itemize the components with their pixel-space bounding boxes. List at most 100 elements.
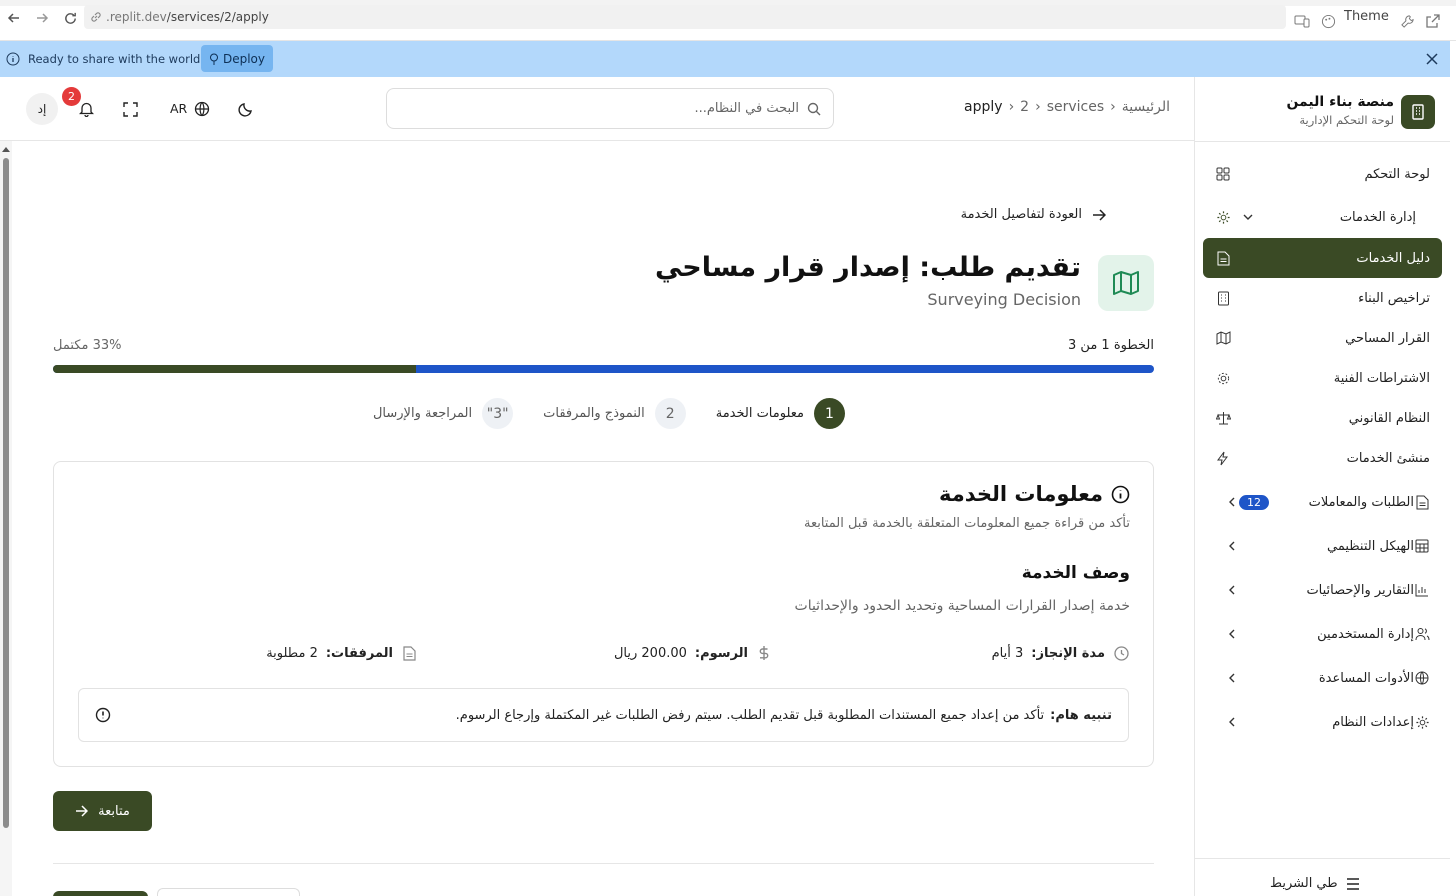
sidebar-item-label: لوحة التحكم xyxy=(1364,166,1430,182)
card-subtitle: تأكد من قراءة جميع المعلومات المتعلقة با… xyxy=(803,516,1130,531)
footer-primary-button[interactable] xyxy=(53,891,148,896)
reload-icon[interactable] xyxy=(60,8,80,28)
building-icon xyxy=(1215,290,1231,306)
users-icon xyxy=(1414,626,1430,642)
devices-icon[interactable] xyxy=(1294,14,1310,28)
chevron-left-icon: ‹ xyxy=(1008,99,1015,115)
language-label[interactable]: AR xyxy=(170,101,187,116)
sidebar-item-services-management[interactable]: إدارة الخدمات xyxy=(1203,199,1442,235)
info-circle-icon xyxy=(1111,485,1130,504)
url-host: .replit.dev xyxy=(106,10,167,24)
url-bar[interactable]: .replit.dev/services/2/apply xyxy=(84,5,1286,29)
palette-icon[interactable] xyxy=(1321,14,1336,29)
grid-icon xyxy=(1215,166,1231,182)
sidebar-divider xyxy=(1195,141,1450,142)
fullscreen-icon[interactable] xyxy=(120,99,140,119)
footer-secondary-button[interactable] xyxy=(157,888,300,896)
sidebar-item-org-structure[interactable]: الهيكل التنظيمي xyxy=(1203,528,1442,564)
sidebar-item-label: الأدوات المساعدة xyxy=(1318,670,1414,686)
breadcrumb-home[interactable]: الرئيسية xyxy=(1122,99,1170,115)
collapse-sidebar-button[interactable]: طي الشريط xyxy=(1270,876,1360,891)
brand-subtitle: لوحة التحكم الإدارية xyxy=(1299,113,1394,127)
important-alert: تنبيه هام: تأكد من إعداد جميع المستندات … xyxy=(78,688,1129,742)
sidebar-item-label: التقارير والإحصائيات xyxy=(1306,582,1414,598)
attachments-info: المرفقات: 2 مطلوبة xyxy=(266,645,417,661)
sidebar-footer-divider xyxy=(1195,858,1450,859)
alert-text: تأكد من إعداد جميع المستندات المطلوبة قب… xyxy=(455,707,1045,723)
search-icon xyxy=(807,102,821,116)
chevron-down-icon xyxy=(1416,210,1430,224)
progress-percent: 33% مكتمل xyxy=(53,338,122,353)
attachments-value: 2 مطلوبة xyxy=(266,645,318,661)
map-icon xyxy=(1215,330,1231,346)
sidebar-item-technical-requirements[interactable]: الاشتراطات الفنية xyxy=(1203,360,1442,396)
sidebar-item-users[interactable]: إدارة المستخدمين xyxy=(1203,616,1442,652)
breadcrumb-services[interactable]: services xyxy=(1047,99,1104,115)
back-arrow-icon[interactable] xyxy=(4,8,24,28)
chevron-left-icon xyxy=(1225,671,1239,685)
page-title: تقديم طلب: إصدار قرار مساحي xyxy=(654,252,1081,283)
chart-icon xyxy=(1414,582,1430,598)
sidebar-item-label: القرار المساحي xyxy=(1345,330,1430,346)
sidebar-item-label: دليل الخدمات xyxy=(1356,250,1430,266)
header-divider xyxy=(0,140,1194,141)
forward-arrow-icon[interactable] xyxy=(32,8,52,28)
globe-icon[interactable] xyxy=(192,99,212,119)
table-icon xyxy=(1414,538,1430,554)
sidebar-item-surveying-decision[interactable]: القرار المساحي xyxy=(1203,320,1442,356)
sidebar-item-system-settings[interactable]: إعدادات النظام xyxy=(1203,704,1442,740)
scrollbar-thumb[interactable] xyxy=(3,158,9,828)
sidebar-item-legal-system[interactable]: النظام القانوني xyxy=(1203,400,1442,436)
step-number: "3" xyxy=(482,398,514,429)
sidebar-item-service-builder[interactable]: منشئ الخدمات xyxy=(1203,440,1442,476)
step-1[interactable]: 1 معلومات الخدمة xyxy=(716,398,845,429)
back-to-service-link[interactable]: العودة لتفاصيل الخدمة xyxy=(961,207,1106,222)
moon-icon[interactable] xyxy=(236,99,256,119)
footer-divider xyxy=(53,863,1154,864)
progress-bar-fill xyxy=(53,365,417,373)
chevron-down-icon xyxy=(1241,210,1255,224)
search-input[interactable]: البحث في النظام... xyxy=(386,88,834,129)
theme-button[interactable]: Theme xyxy=(1344,9,1389,24)
sidebar-item-dashboard[interactable]: لوحة التحكم xyxy=(1203,156,1442,192)
continue-button[interactable]: متابعة xyxy=(53,791,152,831)
step-2[interactable]: 2 النموذج والمرفقات xyxy=(543,398,686,429)
step-label: المراجعة والإرسال xyxy=(372,406,473,421)
sidebar-item-services-guide[interactable]: دليل الخدمات xyxy=(1203,238,1442,278)
back-label: العودة لتفاصيل الخدمة xyxy=(960,207,1082,222)
wrench-icon[interactable] xyxy=(1400,14,1415,29)
bolt-icon xyxy=(1215,450,1231,466)
breadcrumb-current: apply xyxy=(964,99,1003,115)
page-subtitle: Surveying Decision xyxy=(927,290,1081,309)
step-3[interactable]: "3" المراجعة والإرسال xyxy=(372,398,514,429)
open-external-icon[interactable] xyxy=(1426,14,1440,28)
step-label: معلومات الخدمة xyxy=(715,406,804,421)
sidebar-item-label: إعدادات النظام xyxy=(1332,714,1414,730)
close-banner-icon[interactable] xyxy=(1426,53,1438,65)
sidebar-item-reports[interactable]: التقارير والإحصائيات xyxy=(1203,572,1442,608)
chevron-left-icon xyxy=(1225,539,1239,553)
breadcrumb-service-id[interactable]: 2 xyxy=(1020,99,1029,115)
step-number: 2 xyxy=(654,398,686,429)
alert-circle-icon xyxy=(95,707,111,723)
deploy-label: Deploy xyxy=(222,51,266,66)
sidebar-item-requests[interactable]: 12 الطلبات والمعاملات xyxy=(1203,484,1442,520)
fee-info: الرسوم: 200.00 ريال xyxy=(614,645,772,661)
document-icon xyxy=(1215,250,1231,266)
gear-icon xyxy=(1215,209,1231,225)
sidebar-item-tools[interactable]: الأدوات المساعدة xyxy=(1203,660,1442,696)
sidebar-item-label: الطلبات والمعاملات xyxy=(1308,494,1414,510)
alert-label: تنبيه هام: xyxy=(1050,707,1112,723)
search-placeholder: البحث في النظام... xyxy=(694,101,799,116)
scroll-up-icon[interactable] xyxy=(1,145,11,153)
duration-info: مدة الإنجاز: 3 أيام xyxy=(992,645,1129,661)
description-text: خدمة إصدار القرارات المساحية وتحديد الحد… xyxy=(794,598,1130,614)
deploy-button[interactable]: Deploy xyxy=(201,45,273,72)
sidebar-item-label: إدارة المستخدمين xyxy=(1317,626,1414,642)
sidebar-item-building-permits[interactable]: تراخيص البناء xyxy=(1203,280,1442,316)
clock-icon xyxy=(1113,645,1129,661)
menu-icon xyxy=(1346,877,1360,890)
avatar[interactable]: إد xyxy=(26,93,58,125)
map-icon xyxy=(1098,255,1154,311)
arrow-right-icon xyxy=(75,805,89,817)
